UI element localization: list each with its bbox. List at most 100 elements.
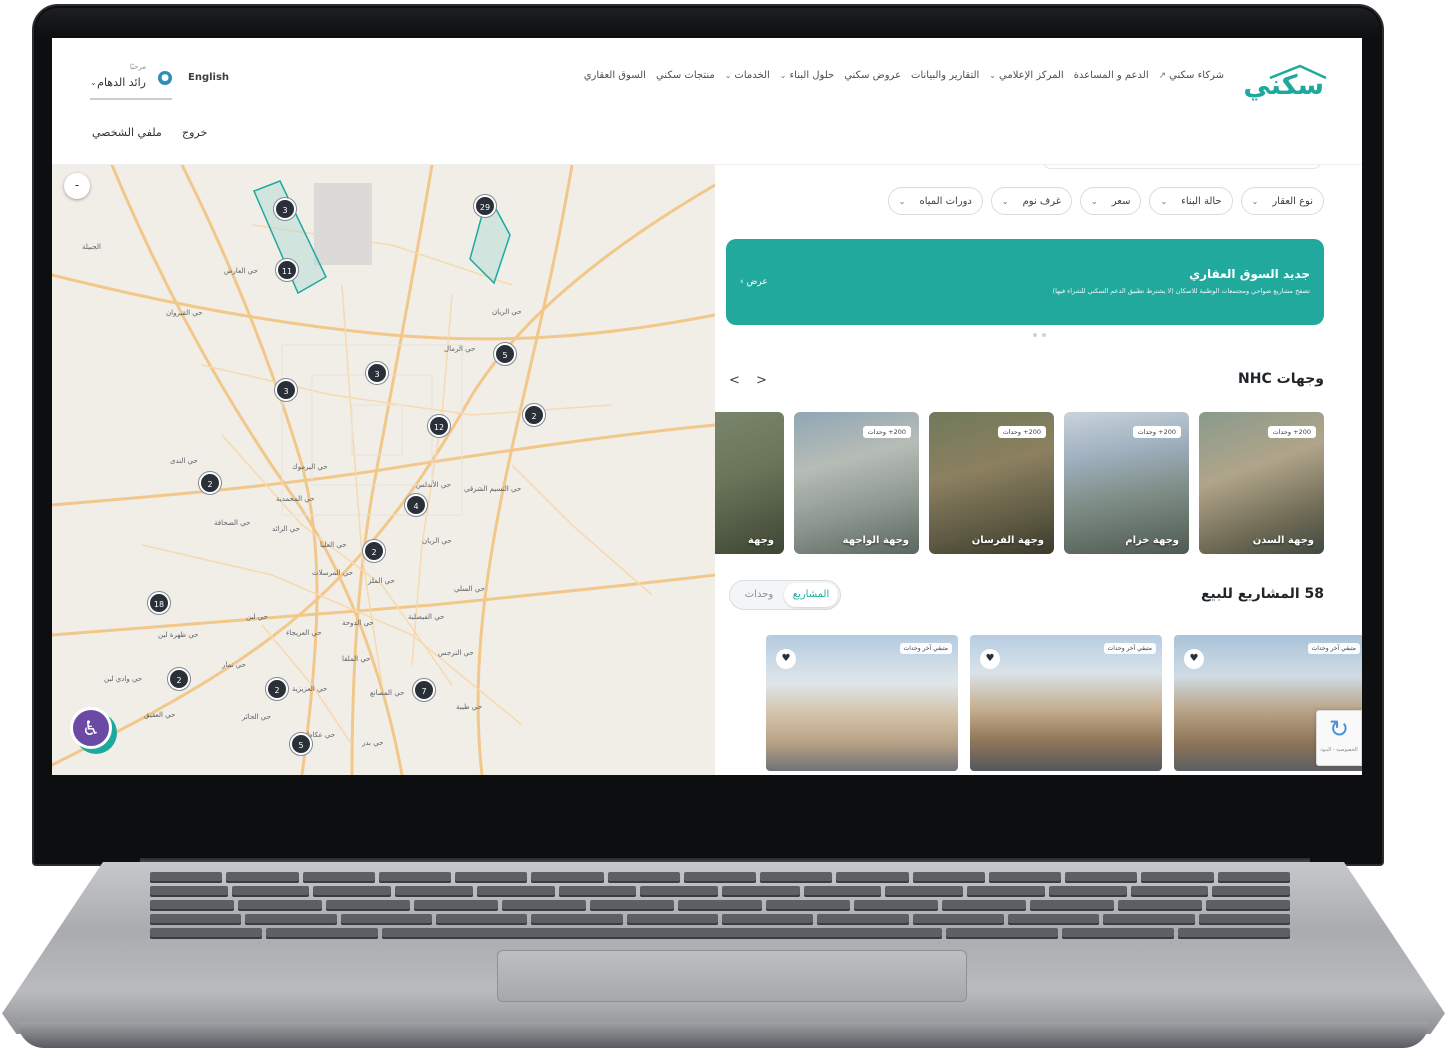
- laptop-bezel: [36, 8, 1380, 38]
- banner-subtitle: تصفح مشاريع ضواحي ومجتمعات الوطنية للاسك…: [1052, 287, 1310, 295]
- carousel-dots: [1033, 333, 1046, 337]
- listing-panel: نوع العقار ⌄ حالة البناء ⌄ سعر ⌄ غرف نوم ⌄ د…: [715, 165, 1362, 775]
- map-label: الجبيلة: [82, 243, 101, 251]
- logo-text: سكني: [1243, 70, 1324, 101]
- filter-bedrooms[interactable]: غرف نوم ⌄: [990, 187, 1073, 215]
- nav-item-sakani-offers[interactable]: عروض سكني: [844, 70, 901, 81]
- user-name: رائد الدهام: [97, 76, 146, 89]
- profile-link[interactable]: ملفي الشخصي: [92, 126, 162, 139]
- nav-item-support[interactable]: الدعم و المساعدة: [1074, 70, 1149, 81]
- filter-label: سعر: [1111, 195, 1131, 207]
- filter-bathrooms[interactable]: دورات المياه ⌄: [887, 187, 983, 215]
- carousel-dot[interactable]: [1042, 333, 1046, 337]
- map-label: حي طيبة: [456, 703, 482, 711]
- destination-card[interactable]: 200+ وحدات وجهة السدن: [1199, 412, 1324, 554]
- toggle-units[interactable]: وحدات: [732, 583, 786, 607]
- map-cluster[interactable]: 3: [275, 379, 297, 401]
- recaptcha-icon: ↻: [1328, 715, 1350, 743]
- logout-link[interactable]: خروج: [182, 126, 207, 139]
- map-cluster[interactable]: 2: [168, 668, 190, 690]
- heart-icon[interactable]: ♥: [776, 649, 796, 669]
- nav-item-partners[interactable]: شركاء سكني ↗: [1159, 70, 1224, 81]
- destination-card[interactable]: 200+ وحدات وجهة الفرسان: [929, 412, 1054, 554]
- map-label: حي الرائد: [272, 525, 300, 533]
- map-label: حي الرمال: [444, 345, 476, 353]
- destination-card[interactable]: 200+ وحدات وجهة خزام: [1064, 412, 1189, 554]
- nav-item-building-solutions[interactable]: حلول البناء ⌄: [780, 70, 834, 81]
- chevron-down-icon: ⌄: [724, 71, 732, 80]
- map-cluster[interactable]: 5: [494, 343, 516, 365]
- destination-badge: 200+ وحدات: [1132, 426, 1181, 438]
- user-menu[interactable]: مرحبًا رائد الدهام ● ⌄: [90, 62, 172, 100]
- map-label: حي النسيم الشرقي: [464, 485, 522, 493]
- search-bar[interactable]: [1042, 165, 1322, 169]
- site-header: سكني السوق العقاري منتجات سكني الخدمات ⌄ …: [52, 38, 1362, 165]
- carousel-dot[interactable]: [1033, 333, 1037, 337]
- map-label: حي الريان: [492, 308, 522, 316]
- chevron-down-icon: ⌄: [989, 71, 996, 80]
- nav-label: المركز الإعلامي: [999, 70, 1064, 81]
- language-switch[interactable]: English: [188, 72, 229, 83]
- heart-icon[interactable]: ♥: [980, 649, 1000, 669]
- zoom-out-button[interactable]: -: [64, 173, 90, 199]
- project-card[interactable]: متبقي آخر وحدات ♥: [970, 635, 1162, 771]
- nav-label: الدعم و المساعدة: [1073, 70, 1149, 81]
- map-label: حي اليرموك: [292, 463, 328, 471]
- chevron-down-icon: ⌄: [1251, 196, 1259, 206]
- carousel-arrows[interactable]: < >: [729, 373, 773, 388]
- destinations-title: وجهات NHC: [1238, 371, 1324, 387]
- nav-item-real-estate-market[interactable]: السوق العقاري: [584, 70, 646, 81]
- project-card[interactable]: متبقي آخر وحدات ♥: [766, 635, 958, 771]
- map-cluster[interactable]: 12: [428, 415, 450, 437]
- map-cluster[interactable]: 2: [363, 540, 385, 562]
- map-label: حي الأندلس: [416, 481, 452, 489]
- accessibility-icon[interactable]: ♿: [70, 707, 112, 749]
- map-cluster[interactable]: 18: [148, 592, 170, 614]
- map-cluster[interactable]: 7: [413, 679, 435, 701]
- nav-label: حلول البناء: [789, 70, 835, 81]
- recaptcha-badge[interactable]: ↻ الخصوصية - البنود: [1316, 710, 1362, 766]
- filter-label: دورات المياه: [919, 195, 972, 207]
- toggle-projects[interactable]: المشاريع: [784, 583, 838, 607]
- project-badge: متبقي آخر وحدات: [899, 643, 952, 654]
- heart-icon[interactable]: ♥: [1184, 649, 1204, 669]
- chevron-left-icon: ‹: [740, 277, 744, 287]
- filter-build-status[interactable]: حالة البناء ⌄: [1149, 187, 1233, 215]
- map-cluster[interactable]: 3: [274, 198, 296, 220]
- banner-view-link[interactable]: ‹ عرض: [740, 277, 768, 287]
- external-link-icon: ↗: [1158, 70, 1167, 81]
- map-cluster[interactable]: 2: [266, 678, 288, 700]
- map-cluster[interactable]: 4: [405, 494, 427, 516]
- nav-item-media-center[interactable]: المركز الإعلامي ⌄: [989, 70, 1063, 81]
- destination-badge: 200+ وحدات: [1267, 426, 1316, 438]
- map-roads: [52, 165, 715, 775]
- map-label: حي العليا: [320, 541, 347, 549]
- map-label: حي العارض: [224, 267, 258, 275]
- map-cluster[interactable]: 3: [366, 362, 388, 384]
- map-cluster[interactable]: 5: [290, 733, 312, 755]
- destination-card[interactable]: 200+ وحدات وجهة الواجهة: [794, 412, 919, 554]
- nav-item-services[interactable]: الخدمات ⌄: [725, 70, 770, 81]
- nav-item-reports[interactable]: التقارير والبيانات: [911, 70, 979, 81]
- filter-price[interactable]: سعر ⌄: [1080, 187, 1142, 215]
- sakani-logo[interactable]: سكني: [1242, 62, 1327, 102]
- map-cluster[interactable]: 29: [474, 195, 496, 217]
- filter-property-type[interactable]: نوع العقار ⌄: [1240, 187, 1324, 215]
- map-label: حي النرجس: [438, 649, 474, 657]
- map-cluster[interactable]: 2: [523, 404, 545, 426]
- map-view[interactable]: حي العارض حي القيروان حي الريان حي الرما…: [52, 165, 715, 775]
- laptop-keyboard: [150, 872, 1291, 946]
- map-cluster[interactable]: 11: [276, 259, 298, 281]
- destination-name: وجهة: [747, 535, 774, 546]
- map-cluster[interactable]: 2: [199, 472, 221, 494]
- chevron-down-icon: ⌄: [779, 71, 787, 80]
- chevron-down-icon: ⌄: [90, 78, 97, 87]
- promo-banner[interactable]: جديد السوق العقاري تصفح مشاريع ضواحي ومج…: [726, 239, 1324, 325]
- map-label: حي العزيزية: [292, 685, 328, 693]
- main-nav: السوق العقاري منتجات سكني الخدمات ⌄ حلول …: [584, 70, 1224, 81]
- projects-list: متبقي آخر وحدات ♥ متبقي آخر وحدات ♥ متبق…: [766, 635, 1362, 771]
- map-label: حي الريان: [422, 537, 452, 545]
- destination-card[interactable]: وجهة: [715, 412, 784, 554]
- nav-item-sakani-products[interactable]: منتجات سكني: [656, 70, 715, 81]
- projects-units-toggle[interactable]: المشاريع وحدات: [729, 580, 841, 610]
